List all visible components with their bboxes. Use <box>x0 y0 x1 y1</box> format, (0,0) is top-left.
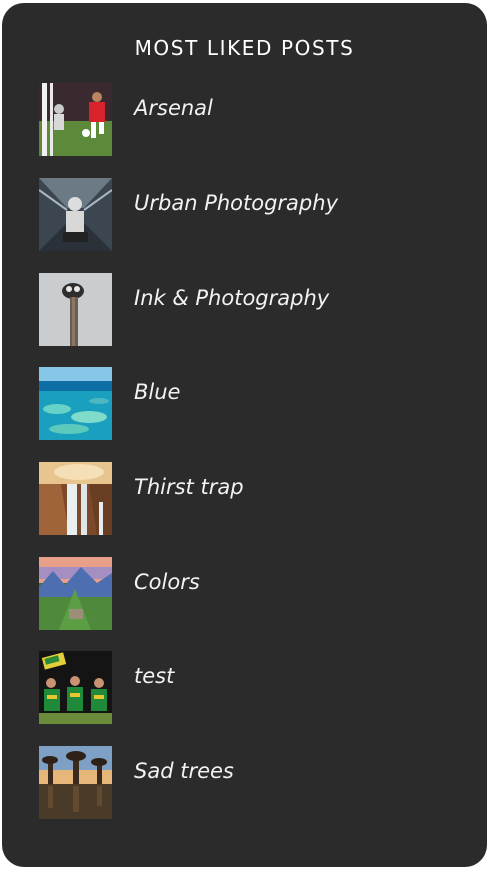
person-in-tunnel-thumbnail[interactable] <box>39 178 112 251</box>
post-item-blue[interactable]: Blue <box>39 367 459 441</box>
waterfall-thumbnail[interactable] <box>39 462 112 535</box>
post-title[interactable]: Ink & Photography <box>134 286 329 310</box>
post-item-urban-photography[interactable]: Urban Photography <box>39 178 459 252</box>
post-item-ink-photography[interactable]: Ink & Photography <box>39 273 459 347</box>
football-match-thumbnail[interactable] <box>39 83 112 156</box>
post-title[interactable]: Sad trees <box>134 759 234 783</box>
post-title[interactable]: Thirst trap <box>134 475 244 499</box>
post-title[interactable]: Blue <box>134 380 180 404</box>
post-title[interactable]: test <box>134 664 174 688</box>
team-celebration-thumbnail[interactable] <box>39 651 112 724</box>
post-title[interactable]: Urban Photography <box>134 191 338 215</box>
post-item-test[interactable]: test <box>39 651 459 725</box>
post-item-colors[interactable]: Colors <box>39 557 459 631</box>
widget-title: MOST LIKED POSTS <box>134 36 355 60</box>
mountain-ruins-thumbnail[interactable] <box>39 557 112 630</box>
baobab-trees-thumbnail[interactable] <box>39 746 112 819</box>
most-liked-posts-widget: MOST LIKED POSTS Arsenal Urban Photograp… <box>2 3 487 867</box>
post-title[interactable]: Colors <box>134 570 200 594</box>
post-item-sad-trees[interactable]: Sad trees <box>39 746 459 820</box>
post-item-arsenal[interactable]: Arsenal <box>39 83 459 157</box>
ostrich-thumbnail[interactable] <box>39 273 112 346</box>
post-item-thirst-trap[interactable]: Thirst trap <box>39 462 459 536</box>
coral-reef-thumbnail[interactable] <box>39 367 112 440</box>
post-title[interactable]: Arsenal <box>134 96 213 120</box>
